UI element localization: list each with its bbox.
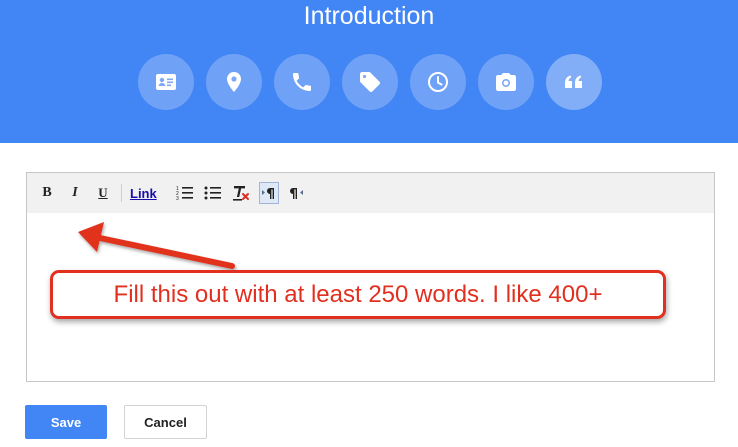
category-introduction-button[interactable] bbox=[546, 54, 602, 110]
page: Introduction B I U Link 1 2 3 Fill this … bbox=[0, 0, 738, 447]
category-hours-button[interactable] bbox=[410, 54, 466, 110]
numbered-list-button[interactable]: 123 bbox=[175, 182, 195, 204]
clock-icon bbox=[428, 72, 448, 92]
category-icon-row bbox=[138, 54, 602, 112]
svg-text:3: 3 bbox=[176, 196, 179, 201]
link-button[interactable]: Link bbox=[130, 186, 157, 201]
category-tag-button[interactable] bbox=[342, 54, 398, 110]
underline-button[interactable]: U bbox=[93, 182, 113, 204]
annotation-text: Fill this out with at least 250 words. I… bbox=[113, 280, 603, 308]
location-pin-icon bbox=[227, 72, 241, 92]
numbered-list-icon: 123 bbox=[176, 186, 193, 201]
tag-icon bbox=[360, 72, 380, 92]
bulleted-list-button[interactable] bbox=[203, 182, 223, 204]
category-photos-button[interactable] bbox=[478, 54, 534, 110]
category-location-button[interactable] bbox=[206, 54, 262, 110]
contact-card-icon bbox=[156, 74, 176, 90]
phone-icon bbox=[293, 73, 311, 91]
toolbar-divider bbox=[121, 184, 122, 202]
rtl-direction-button[interactable] bbox=[287, 182, 307, 204]
bulleted-list-icon bbox=[204, 186, 221, 200]
header: Introduction bbox=[0, 0, 738, 143]
clear-formatting-button[interactable] bbox=[231, 182, 251, 204]
camera-icon bbox=[496, 73, 516, 91]
bold-button[interactable]: B bbox=[37, 182, 57, 204]
rtl-direction-icon bbox=[289, 188, 303, 199]
category-contact-button[interactable] bbox=[138, 54, 194, 110]
ltr-direction-icon bbox=[261, 188, 274, 199]
italic-button[interactable]: I bbox=[65, 182, 85, 204]
cancel-button[interactable]: Cancel bbox=[124, 405, 207, 439]
clear-formatting-icon bbox=[232, 186, 249, 201]
ltr-direction-button[interactable] bbox=[258, 182, 279, 204]
save-button[interactable]: Save bbox=[25, 405, 107, 439]
quote-icon bbox=[565, 75, 582, 88]
annotation-callout: Fill this out with at least 250 words. I… bbox=[50, 270, 666, 319]
page-title: Introduction bbox=[303, 2, 435, 30]
category-phone-button[interactable] bbox=[274, 54, 330, 110]
editor-toolbar: B I U Link 123 bbox=[27, 173, 714, 213]
